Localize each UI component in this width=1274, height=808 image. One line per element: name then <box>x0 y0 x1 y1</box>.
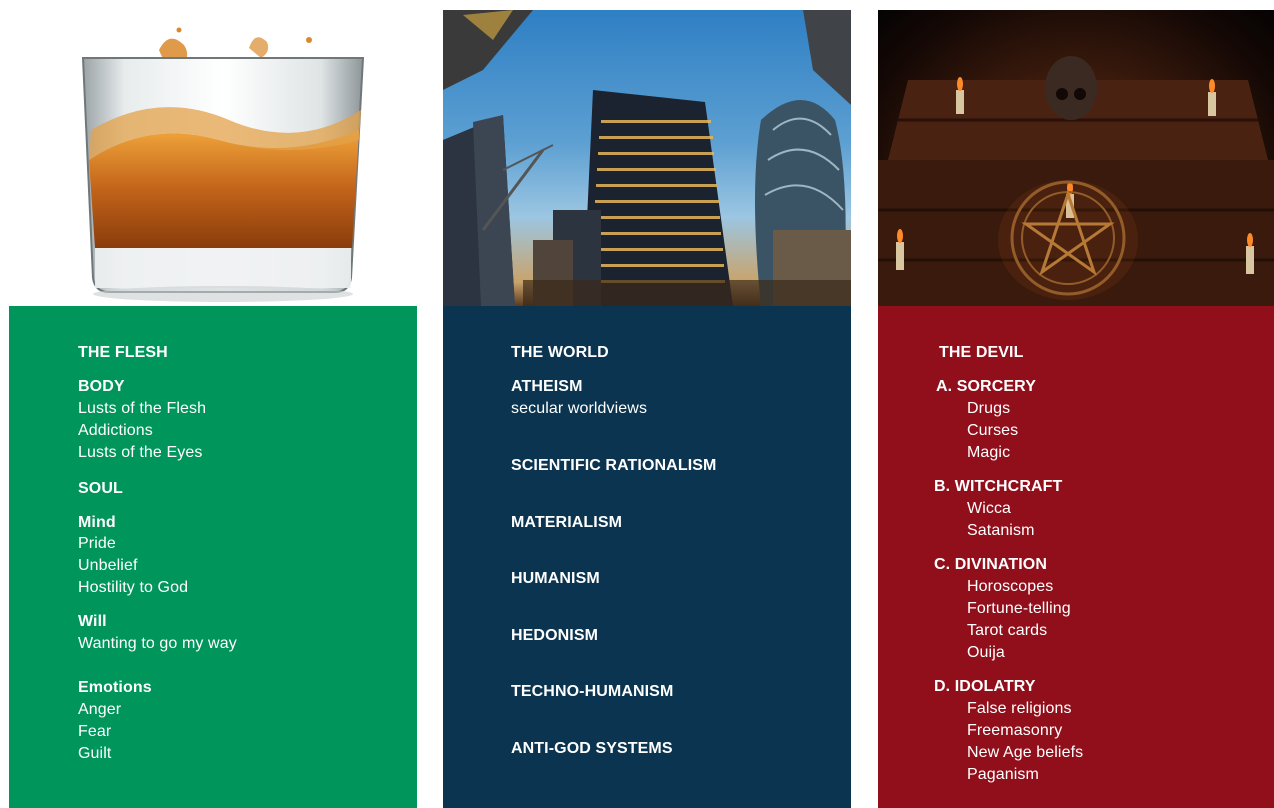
flesh-panel: THE FLESH BODY Lusts of the Flesh Addict… <box>9 306 417 808</box>
column-the-devil: THE DEVIL A. SORCERY Drugs Curses Magic … <box>878 0 1274 808</box>
witchcraft-heading: B. WITCHCRAFT <box>934 478 1063 495</box>
column-the-world: THE WORLD ATHEISM secular worldviews SCI… <box>443 0 851 808</box>
list-item: Magic <box>967 444 1011 461</box>
sorcery-heading: A. SORCERY <box>936 378 1036 395</box>
world-title: THE WORLD <box>511 344 609 361</box>
body-heading: BODY <box>78 378 125 395</box>
mind-heading: Mind <box>78 514 116 531</box>
list-item: Ouija <box>967 644 1005 661</box>
list-item: Addictions <box>78 422 153 439</box>
list-item: Satanism <box>967 522 1035 539</box>
devil-title: THE DEVIL <box>939 344 1024 361</box>
emotions-heading: Emotions <box>78 679 152 696</box>
list-item: Horoscopes <box>967 578 1054 595</box>
list-item: Tarot cards <box>967 622 1048 639</box>
atheism-subtext: secular worldviews <box>511 400 648 417</box>
list-item: ANTI-GOD SYSTEMS <box>511 740 673 757</box>
list-item: Hostility to God <box>78 579 189 596</box>
occult-altar-pentagram-image <box>878 10 1274 306</box>
will-heading: Will <box>78 613 107 630</box>
list-item: Curses <box>967 422 1019 439</box>
city-skyscrapers-image <box>443 10 851 306</box>
list-item: Fortune-telling <box>967 600 1071 617</box>
list-item: Fear <box>78 723 112 740</box>
list-item: Freemasonry <box>967 722 1063 739</box>
list-item: Anger <box>78 701 122 718</box>
list-item: Wanting to go my way <box>78 635 237 652</box>
list-item: HUMANISM <box>511 570 600 587</box>
list-item: MATERIALISM <box>511 514 623 531</box>
list-item: Lusts of the Flesh <box>78 400 207 417</box>
list-item: Lusts of the Eyes <box>78 444 203 461</box>
list-item: HEDONISM <box>511 627 599 644</box>
list-item: Unbelief <box>78 557 138 574</box>
flesh-title: THE FLESH <box>78 344 168 361</box>
divination-heading: C. DIVINATION <box>934 556 1048 573</box>
column-the-flesh: THE FLESH BODY Lusts of the Flesh Addict… <box>9 0 417 808</box>
whiskey-glass-image <box>9 10 417 306</box>
list-item: New Age beliefs <box>967 744 1084 761</box>
idolatry-heading: D. IDOLATRY <box>934 678 1036 695</box>
atheism-heading: ATHEISM <box>511 378 583 395</box>
list-item: Drugs <box>967 400 1011 417</box>
list-item: Pride <box>78 535 116 552</box>
list-item: Guilt <box>78 745 112 762</box>
list-item: False religions <box>967 700 1072 717</box>
list-item: Wicca <box>967 500 1012 517</box>
list-item: TECHNO-HUMANISM <box>511 683 674 700</box>
list-item: SCIENTIFIC RATIONALISM <box>511 457 717 474</box>
list-item: Paganism <box>967 766 1039 783</box>
soul-heading: SOUL <box>78 480 123 497</box>
world-panel: THE WORLD ATHEISM secular worldviews SCI… <box>443 306 851 808</box>
devil-panel: THE DEVIL A. SORCERY Drugs Curses Magic … <box>878 306 1274 808</box>
